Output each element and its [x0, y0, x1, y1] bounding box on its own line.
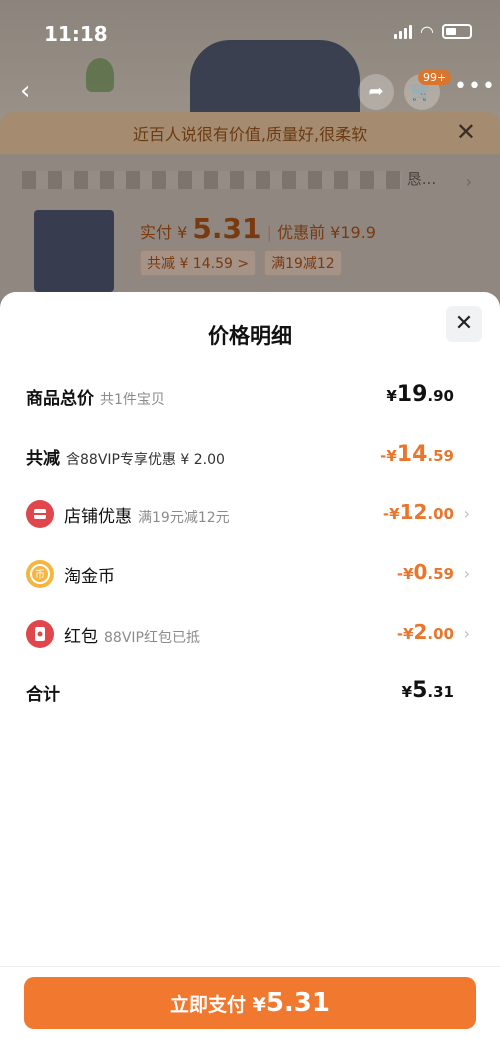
address-blurred: [22, 170, 402, 189]
value-prefix: -¥: [380, 447, 397, 465]
row-sub: 88VIP红包已抵: [104, 630, 200, 646]
shop-icon: [26, 500, 54, 528]
row-sub: 含88VIP专享优惠 ¥ 2.00: [66, 452, 225, 468]
row-value: ¥5.31: [402, 678, 454, 703]
row-value: -¥14.59: [380, 442, 454, 467]
value-main: 14: [396, 442, 428, 467]
row-label-text: 商品总价: [26, 389, 94, 409]
pay-label: 实付: [140, 223, 173, 242]
pay-button-label: 立即支付 ¥: [170, 994, 266, 1016]
battery-icon: [442, 24, 472, 39]
pay-now-button[interactable]: 立即支付 ¥5.31: [24, 977, 476, 1029]
pay-currency: ¥: [177, 223, 188, 242]
banner-close-icon[interactable]: ✕: [456, 118, 476, 146]
row-label-text: 共减: [26, 449, 60, 469]
close-icon[interactable]: ✕: [446, 306, 482, 342]
svg-text:币: 币: [35, 569, 45, 581]
status-bar: 11:18 ◠: [0, 0, 500, 64]
address-tail: 恳...: [406, 170, 437, 188]
chevron-right-icon: ›: [463, 564, 470, 583]
value-main: 12: [399, 500, 428, 524]
row-value: -¥0.59: [397, 560, 454, 584]
pay-summary: 实付 ¥ 5.31 | 优惠前 ¥19.9: [140, 212, 376, 245]
top-nav: ‹ ➦ 🛒 99+ •••: [0, 68, 500, 114]
row-label-text: 合计: [26, 685, 60, 705]
status-icons: ◠: [394, 22, 472, 41]
back-icon[interactable]: ‹: [20, 76, 30, 106]
row-value: ¥19.90: [386, 382, 454, 407]
review-banner-text: 近百人说很有价值,质量好,很柔软: [132, 125, 368, 144]
row-label: 商品总价 共1件宝贝: [26, 384, 165, 409]
value-prefix: ¥: [401, 683, 413, 701]
red-packet-icon: [26, 620, 54, 648]
row-sub: 共1件宝贝: [100, 392, 165, 408]
before-amount: ¥19.9: [330, 223, 376, 242]
coin-icon: 币: [26, 560, 54, 588]
more-icon[interactable]: •••: [454, 74, 496, 99]
row-label: 合计: [26, 680, 60, 705]
share-icon[interactable]: ➦: [358, 74, 394, 110]
value-decimal: .59: [427, 447, 454, 465]
row-value: -¥2.00: [397, 620, 454, 644]
cart-badge: 99+: [418, 70, 452, 85]
row-label-text: 淘金币: [64, 567, 115, 587]
row-label: 红包 88VIP红包已抵: [64, 622, 200, 647]
value-main: 5: [412, 678, 428, 703]
status-time: 11:18: [44, 22, 108, 46]
chevron-right-icon: ›: [463, 624, 470, 643]
value-prefix: -¥: [396, 625, 414, 643]
pay-button-amount: 5.31: [265, 988, 330, 1018]
row-label: 淘金币: [64, 562, 115, 587]
reduce-tag[interactable]: 共减 ¥ 14.59 >: [140, 250, 257, 276]
value-prefix: ¥: [386, 387, 397, 405]
before-label: 优惠前: [277, 223, 326, 242]
pay-amount: 5.31: [192, 212, 262, 245]
address-chevron-icon: ›: [465, 172, 472, 191]
row-label-text: 店铺优惠: [64, 507, 132, 527]
value-prefix: -¥: [382, 505, 400, 523]
value-prefix: -¥: [396, 565, 414, 583]
row-shop-discount[interactable]: 店铺优惠 满19元减12元 -¥12.00 ›: [0, 494, 500, 534]
chevron-right-icon: ›: [463, 504, 470, 523]
value-decimal: .31: [427, 683, 454, 701]
signal-icon: [394, 24, 413, 39]
row-grand-total: 合计 ¥5.31: [0, 672, 500, 712]
row-label: 共减 含88VIP专享优惠 ¥ 2.00: [26, 444, 225, 469]
value-decimal: .90: [427, 387, 454, 405]
wifi-icon: ◠: [420, 22, 434, 41]
value-main: 0: [413, 560, 428, 584]
row-red-packet[interactable]: 红包 88VIP红包已抵 -¥2.00 ›: [0, 614, 500, 654]
promo-tags: 共减 ¥ 14.59 > 满19减12: [140, 250, 342, 276]
value-decimal: .00: [427, 505, 454, 523]
address-row[interactable]: 恳...: [22, 168, 442, 192]
row-coin-discount[interactable]: 币 淘金币 -¥0.59 ›: [0, 554, 500, 594]
row-sub: 满19元减12元: [138, 510, 230, 526]
row-total-reduction: 共减 含88VIP专享优惠 ¥ 2.00 -¥14.59: [0, 436, 500, 476]
value-main: 19: [396, 382, 428, 407]
row-goods-total: 商品总价 共1件宝贝 ¥19.90: [0, 376, 500, 416]
sheet-title: 价格明细: [208, 324, 292, 348]
price-detail-sheet: 价格明细 ✕ 商品总价 共1件宝贝 ¥19.90 共减 含88VIP专享优惠 ¥ 2…: [0, 292, 500, 1038]
row-label: 店铺优惠 满19元减12元: [64, 502, 230, 527]
row-label-text: 红包: [64, 627, 98, 647]
product-thumbnail: [34, 210, 114, 292]
promo-tag: 满19减12: [264, 250, 342, 276]
value-decimal: .00: [427, 625, 454, 643]
value-decimal: .59: [427, 565, 454, 583]
value-main: 2: [413, 620, 428, 644]
row-value: -¥12.00: [383, 500, 454, 524]
